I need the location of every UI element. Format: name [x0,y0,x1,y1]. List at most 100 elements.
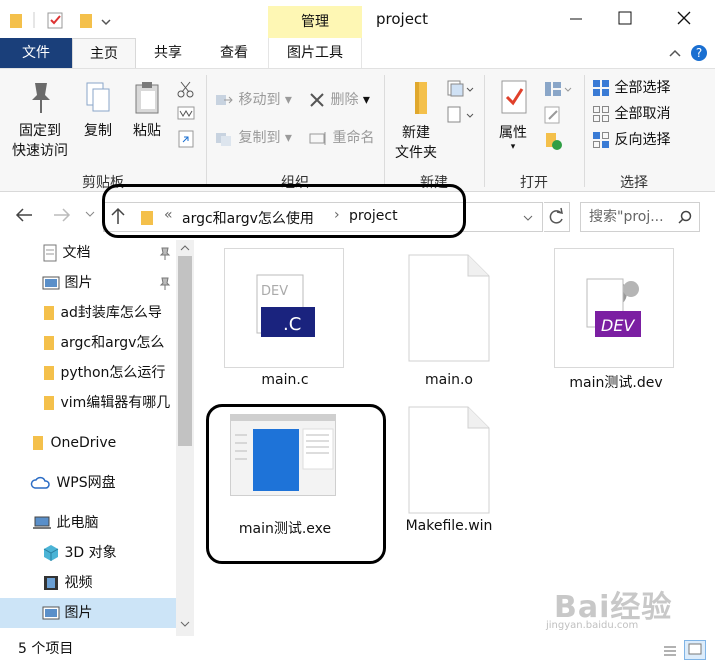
new-folder-label: 新建 文件夹 [395,125,437,161]
scrollbar-thumb[interactable] [178,256,192,446]
folder-icon [44,306,54,320]
item-count: 5 个项目 [18,641,74,657]
rename-label: 重命名 [332,130,375,146]
blank-file-icon [408,254,490,362]
tab-home[interactable]: 主页 [72,38,136,68]
close-button[interactable] [674,6,694,30]
back-button[interactable] [14,206,34,228]
open-group-label: 打开 [520,175,548,191]
arrow-left-icon [15,208,32,222]
new-item-icon [447,80,474,97]
paste-shortcut-button[interactable] [176,129,196,153]
tab-picture-tools[interactable]: 图片工具 [268,38,362,68]
invert-selection-label: 反向选择 [614,132,671,148]
cloud-icon [30,476,50,489]
minimize-button[interactable] [566,6,586,30]
cube-icon [43,545,59,561]
ribbon-tabs: 文件 主页 共享 查看 图片工具 ? [0,38,715,68]
file-list: DEV .C main.c main.o DEV main测试.dev main… [196,238,715,636]
nav-scrollbar[interactable] [176,240,194,636]
pin-quick-access-button[interactable]: 固定到 快速访问 [6,79,74,161]
navigation-pane: 文档 图片 ad封装库怎么导 argc和argv怎么 python怎么运行 vi… [0,238,196,636]
new-item-button[interactable] [446,79,474,103]
nav-item-onedrive[interactable]: OneDrive [0,428,176,458]
nav-item-wps-cloud[interactable]: WPS网盘 [0,468,176,498]
chevron-down-icon [180,621,190,627]
folder-icon [33,436,43,450]
select-all-button[interactable]: 全部选择 [592,77,670,99]
new-folder-button[interactable]: 新建 文件夹 [388,79,444,163]
recent-locations-button[interactable] [84,208,96,224]
nav-item-pictures-pinned[interactable]: 图片 [0,268,176,298]
refresh-icon [549,207,563,224]
nav-item-videos[interactable]: 视频 [0,568,176,598]
nav-item-documents[interactable]: 文档 [0,238,176,268]
nav-item-3d-objects[interactable]: 3D 对象 [0,538,176,568]
close-icon [677,11,691,25]
window-title: project [376,10,429,28]
rename-icon [309,132,326,145]
svg-text:DEV: DEV [261,284,288,299]
move-to-button[interactable]: 移动到 ▾ [214,89,292,111]
ribbon-collapse-button[interactable] [668,46,682,64]
search-input[interactable]: 搜索"proj... [580,202,700,232]
easy-access-button[interactable] [446,105,474,129]
svg-text:?: ? [696,46,702,60]
manage-tab[interactable]: 管理 [268,6,362,38]
status-bar: 5 个项目 [0,636,715,664]
nav-item-folder[interactable]: python怎么运行 [0,358,176,388]
help-button[interactable]: ? [690,44,708,66]
paste-button[interactable]: 粘贴 [124,79,170,141]
arrow-right-icon [54,208,71,222]
search-placeholder: 搜索"proj... [589,209,664,225]
rename-button[interactable]: 重命名 [308,127,374,149]
nav-item-label: python怎么运行 [60,365,166,381]
copy-button[interactable]: 复制 [76,79,120,141]
copy-path-button[interactable] [176,105,196,125]
edit-button[interactable] [543,105,563,129]
annotation-box [102,184,466,238]
forward-button[interactable] [52,206,72,228]
file-name: main.c [261,372,309,388]
edit-icon [544,106,560,124]
file-name: main.o [425,372,473,388]
cut-button[interactable] [176,79,196,103]
nav-item-pictures-selected[interactable]: 图片 [0,598,176,628]
nav-item-folder[interactable]: argc和argv怎么 [0,328,176,358]
nav-item-label: 文档 [62,245,91,261]
folder-icon [44,366,54,380]
nav-item-folder[interactable]: vim编辑器有哪几 [0,388,176,418]
open-button[interactable] [543,79,573,103]
properties-button[interactable]: 属性 ▾ [488,79,538,152]
invert-selection-button[interactable]: 反向选择 [592,129,670,151]
refresh-button[interactable] [544,202,570,232]
invert-selection-icon [593,132,609,148]
tab-view[interactable]: 查看 [206,38,262,68]
svg-text:DEV: DEV [601,316,635,335]
history-button[interactable] [543,131,563,155]
nav-item-this-pc[interactable]: 此电脑 [0,508,176,538]
nav-item-folder[interactable]: ad封装库怎么导 [0,298,176,328]
folder-icon [10,14,22,28]
picture-icon [42,276,60,290]
picture-icon [42,606,60,620]
tab-file[interactable]: 文件 [0,38,72,68]
select-none-button[interactable]: 全部取消 [592,103,670,125]
paste-shortcut-icon [178,130,194,148]
computer-icon [33,516,51,529]
tab-share[interactable]: 共享 [140,38,196,68]
folder-icon [44,396,54,410]
properties-icon [501,80,527,114]
maximize-button[interactable] [615,6,635,30]
chevron-down-icon [85,211,95,217]
nav-item-label: OneDrive [50,435,117,451]
details-view-button[interactable] [662,642,678,668]
delete-button[interactable]: 删除 ▾ [308,89,370,111]
open-icon [545,82,572,96]
copy-to-button[interactable]: 复制到 ▾ [214,127,292,149]
copy-icon [86,82,110,112]
ribbon-panel: 固定到 快速访问 复制 粘贴 剪贴板 移动到 ▾ 复制到 ▾ 删除 ▾ 重命名 … [0,68,715,192]
pin-icon [159,247,171,260]
large-icons-view-button[interactable] [684,640,706,660]
large-icons-view-icon [688,643,702,655]
